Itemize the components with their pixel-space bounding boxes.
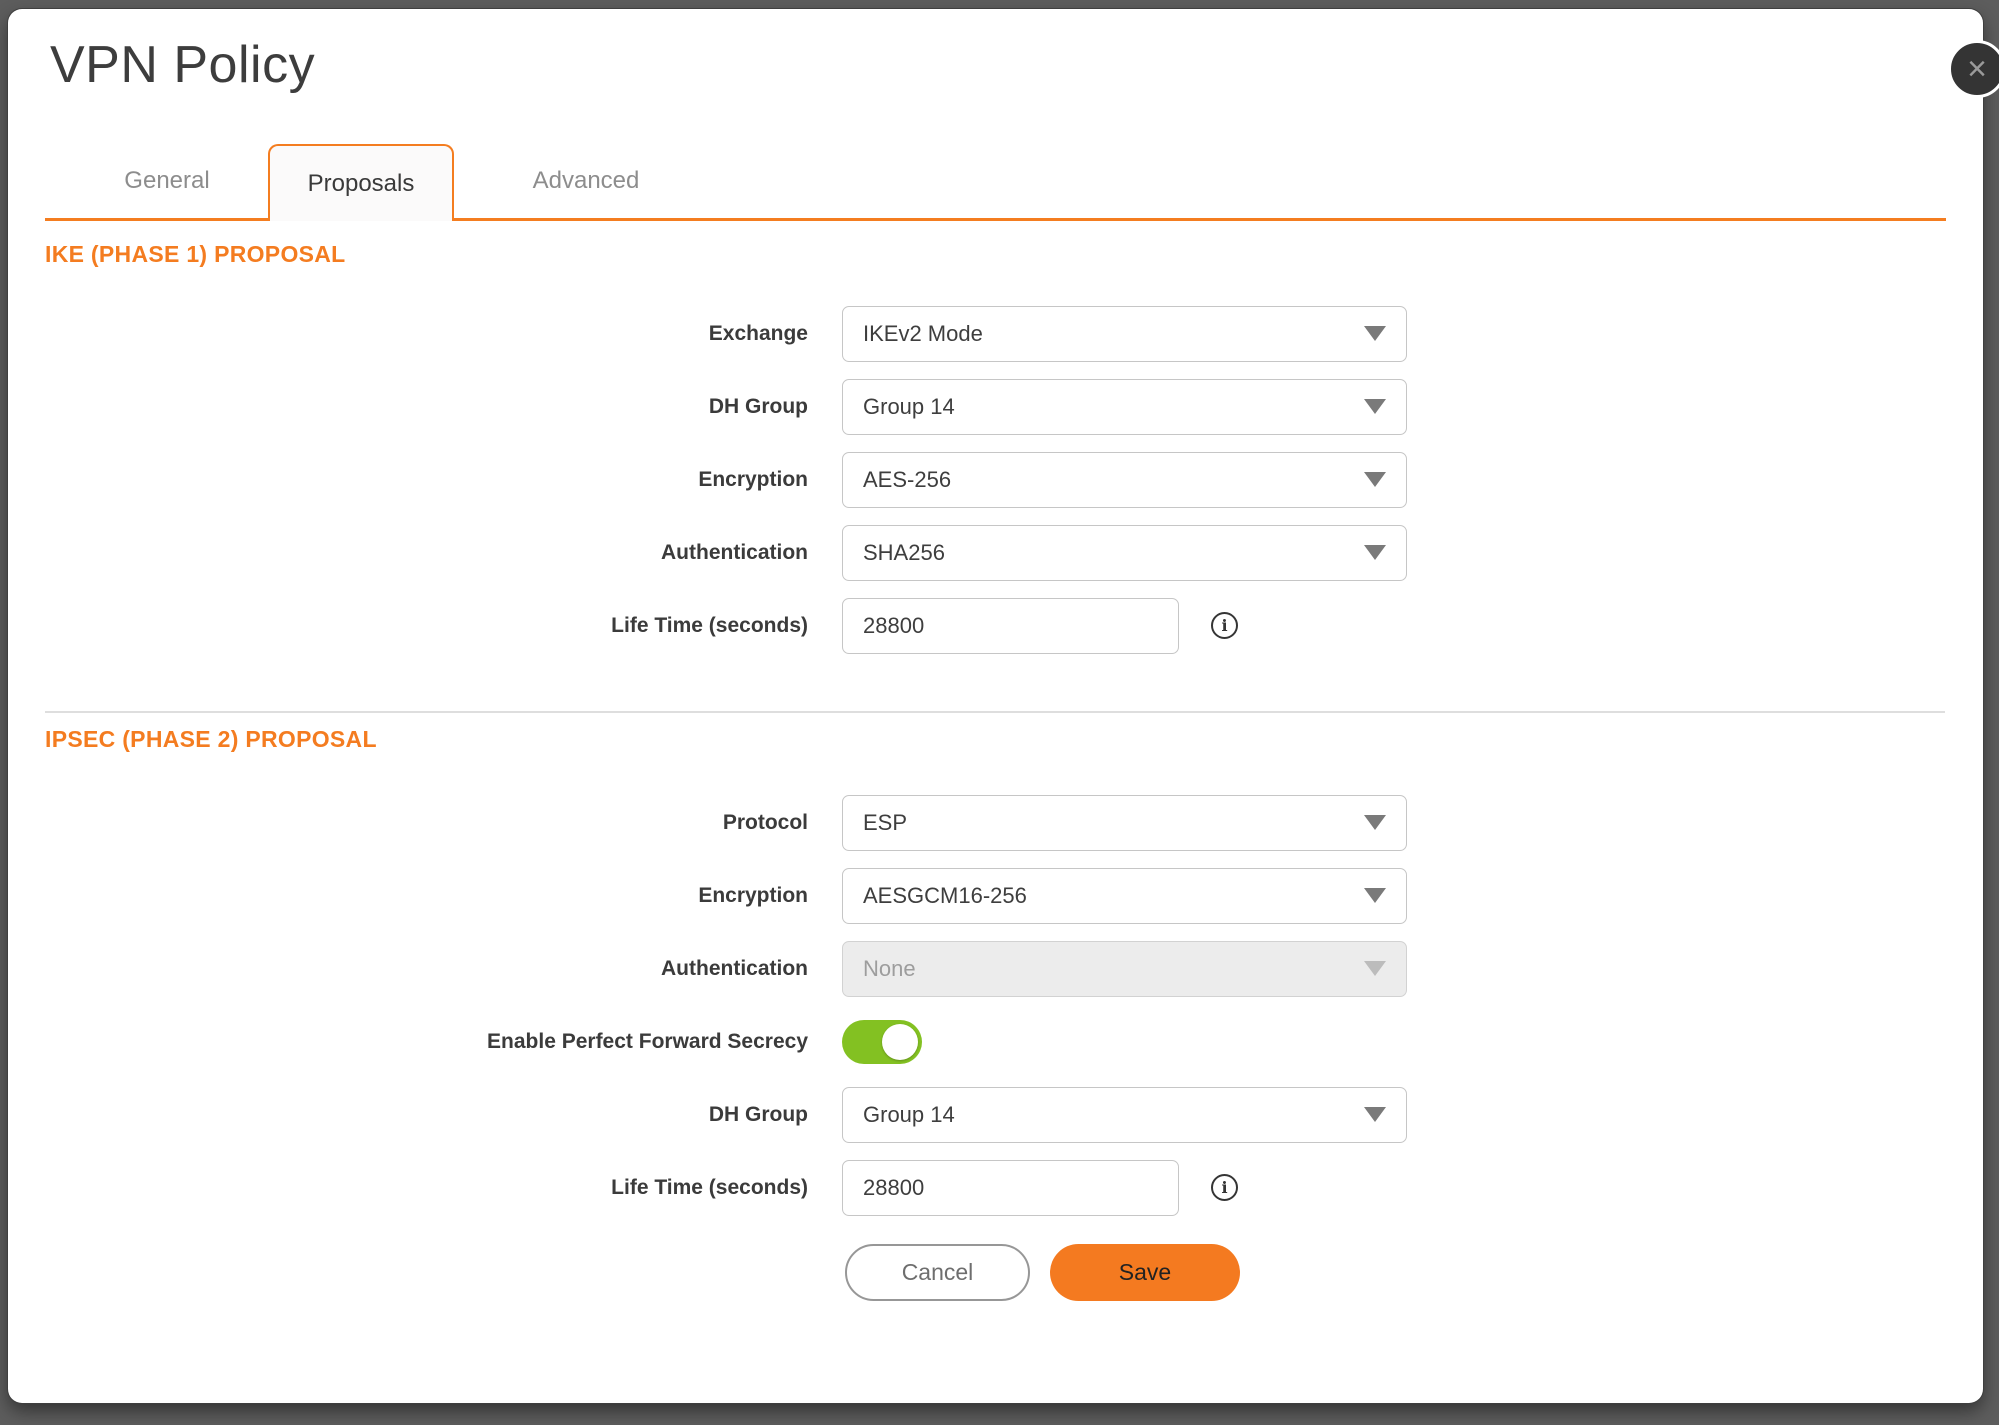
form-row-protocol: Protocol ESP [45,786,1945,859]
chevron-down-icon [1364,545,1386,560]
ipsec-authentication-value: None [863,956,916,982]
authentication-label: Authentication [45,541,808,565]
chevron-down-icon [1364,399,1386,414]
ipsec-life-time-input[interactable] [842,1160,1179,1216]
tab-bar: General Proposals Advanced [45,144,1946,221]
close-button[interactable]: × [1948,40,1999,98]
save-button[interactable]: Save [1050,1244,1240,1301]
form-row-ipsec-life-time: Life Time (seconds) i [45,1151,1945,1224]
footer-actions: Cancel Save [845,1244,1240,1301]
pfs-label: Enable Perfect Forward Secrecy [45,1030,808,1054]
tab-advanced-label: Advanced [533,167,640,195]
ipsec-encryption-value: AESGCM16-256 [863,883,1027,909]
ipsec-dh-group-value: Group 14 [863,1102,955,1128]
page-title: VPN Policy [50,35,315,95]
form-row-ipsec-encryption: Encryption AESGCM16-256 [45,859,1945,932]
form-row-pfs: Enable Perfect Forward Secrecy [45,1005,1945,1078]
pfs-toggle[interactable] [842,1020,922,1064]
ipsec-phase2-form: Protocol ESP Encryption AESGCM16-256 Aut… [45,786,1945,1224]
exchange-value: IKEv2 Mode [863,321,983,347]
ipsec-phase2-heading: IPSEC (PHASE 2) PROPOSAL [45,726,377,753]
tab-proposals[interactable]: Proposals [268,144,454,221]
vpn-policy-dialog: × VPN Policy General Proposals Advanced … [8,9,1983,1403]
exchange-label: Exchange [45,322,808,346]
pfs-toggle-knob [882,1024,918,1060]
section-divider [45,711,1945,713]
chevron-down-icon [1364,961,1386,976]
info-icon[interactable]: i [1211,1174,1238,1201]
protocol-value: ESP [863,810,907,836]
form-row-ipsec-authentication: Authentication None [45,932,1945,1005]
form-row-dh-group: DH Group Group 14 [45,370,1945,443]
exchange-select[interactable]: IKEv2 Mode [842,306,1407,362]
cancel-button[interactable]: Cancel [845,1244,1030,1301]
form-row-ipsec-dh-group: DH Group Group 14 [45,1078,1945,1151]
ike-phase1-form: Exchange IKEv2 Mode DH Group Group 14 En… [45,297,1945,662]
chevron-down-icon [1364,1107,1386,1122]
close-icon: × [1967,52,1987,86]
ipsec-life-time-label: Life Time (seconds) [45,1176,808,1200]
dh-group-select[interactable]: Group 14 [842,379,1407,435]
ipsec-encryption-label: Encryption [45,884,808,908]
ike-phase1-heading: IKE (PHASE 1) PROPOSAL [45,241,346,268]
form-row-exchange: Exchange IKEv2 Mode [45,297,1945,370]
life-time-label: Life Time (seconds) [45,614,808,638]
ipsec-dh-group-label: DH Group [45,1103,808,1127]
chevron-down-icon [1364,888,1386,903]
authentication-select[interactable]: SHA256 [842,525,1407,581]
tab-advanced[interactable]: Advanced [454,144,718,218]
dh-group-value: Group 14 [863,394,955,420]
form-row-encryption: Encryption AES-256 [45,443,1945,516]
dh-group-label: DH Group [45,395,808,419]
chevron-down-icon [1364,815,1386,830]
save-button-label: Save [1119,1259,1171,1286]
tab-proposals-label: Proposals [308,170,415,198]
protocol-select[interactable]: ESP [842,795,1407,851]
life-time-input[interactable] [842,598,1179,654]
ipsec-authentication-select: None [842,941,1407,997]
chevron-down-icon [1364,326,1386,341]
ipsec-dh-group-select[interactable]: Group 14 [842,1087,1407,1143]
chevron-down-icon [1364,472,1386,487]
tab-general[interactable]: General [91,144,243,218]
encryption-label: Encryption [45,468,808,492]
encryption-select[interactable]: AES-256 [842,452,1407,508]
form-row-life-time: Life Time (seconds) i [45,589,1945,662]
form-row-authentication: Authentication SHA256 [45,516,1945,589]
encryption-value: AES-256 [863,467,951,493]
protocol-label: Protocol [45,811,808,835]
ipsec-encryption-select[interactable]: AESGCM16-256 [842,868,1407,924]
tab-general-label: General [124,167,209,195]
authentication-value: SHA256 [863,540,945,566]
cancel-button-label: Cancel [902,1259,974,1286]
ipsec-authentication-label: Authentication [45,957,808,981]
info-icon[interactable]: i [1211,612,1238,639]
